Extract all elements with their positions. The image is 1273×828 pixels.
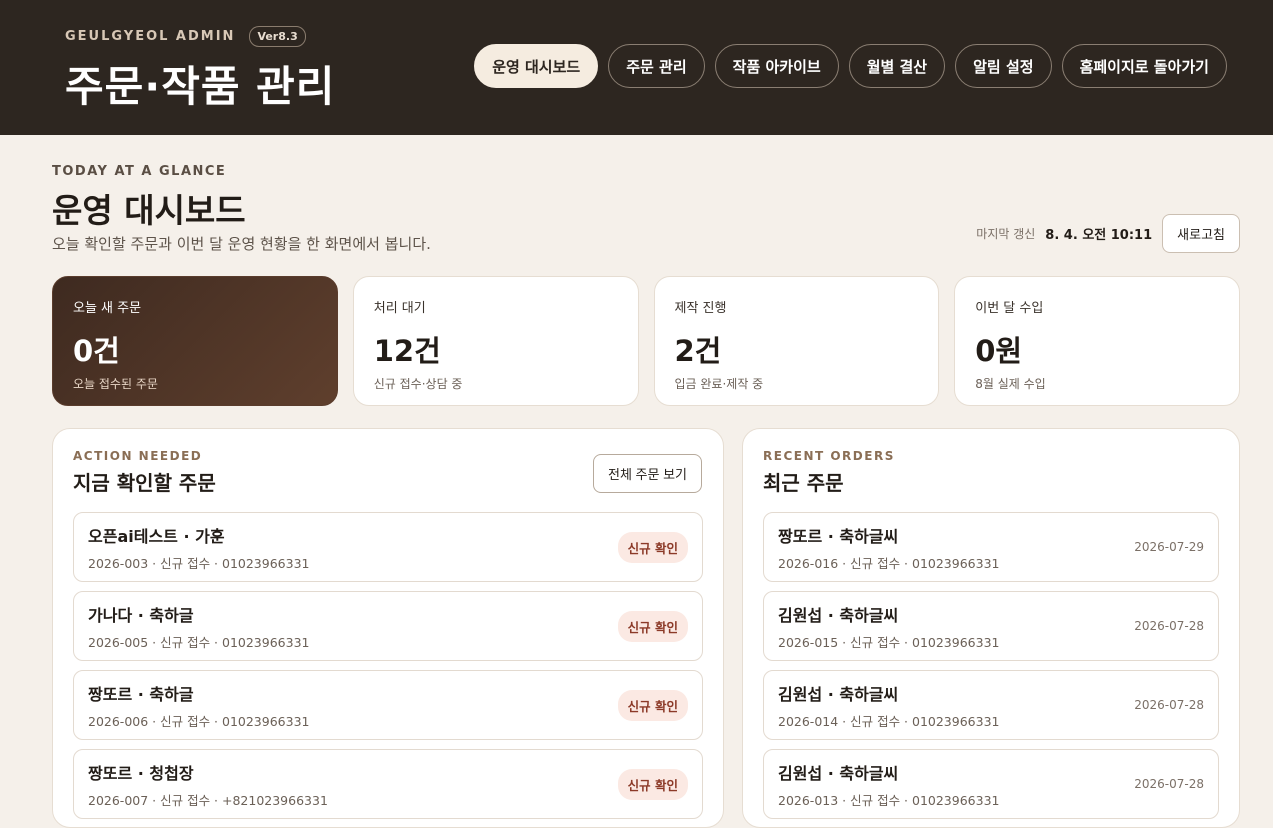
brand-name: GEULGYEOL ADMIN [65, 29, 236, 44]
stat-label: 이번 달 수입 [975, 301, 1044, 316]
order-meta: 2026-014 · 신규 접수 · 01023966331 [778, 713, 1000, 729]
last-updated-label: 마지막 갱신 [976, 227, 1036, 241]
recent-orders-panel: RECENT ORDERS 최근 주문 짱또르 · 축하글씨 2026-016 … [742, 428, 1240, 828]
status-badge: 신규 확인 [617, 531, 688, 563]
top-header: GEULGYEOL ADMIN Ver8.3 주문·작품 관리 운영 대시보드 … [0, 0, 1273, 135]
stat-sub: 입금 완료·제작 중 [674, 377, 764, 391]
nav-notification-settings[interactable]: 알림 설정 [955, 44, 1052, 88]
list-item[interactable]: 짱또르 · 청첩장 2026-007 · 신규 접수 · +8210239663… [73, 749, 703, 819]
status-badge: 신규 확인 [617, 768, 688, 800]
brand-row: GEULGYEOL ADMIN Ver8.3 [65, 26, 306, 47]
action-needed-panel: ACTION NEEDED 지금 확인할 주문 전체 주문 보기 오픈ai테스트… [52, 428, 724, 828]
order-meta: 2026-006 · 신규 접수 · 01023966331 [88, 713, 310, 729]
stat-label: 처리 대기 [373, 301, 426, 316]
order-date: 2026-07-28 [1134, 619, 1204, 633]
order-name: 가나다 · 축하글 [88, 605, 194, 625]
stat-card-today-orders: 오늘 새 주문 0건 오늘 접수된 주문 [52, 276, 338, 406]
stat-sub: 오늘 접수된 주문 [73, 377, 158, 391]
page-title: 운영 대시보드 [52, 191, 246, 230]
refresh-button[interactable]: 새로고침 [1162, 214, 1240, 253]
list-item[interactable]: 김원섭 · 축하글씨 2026-014 · 신규 접수 · 0102396633… [763, 670, 1219, 740]
order-meta: 2026-005 · 신규 접수 · 01023966331 [88, 634, 310, 650]
view-all-orders-button[interactable]: 전체 주문 보기 [593, 454, 702, 493]
list-item[interactable]: 짱또르 · 축하글씨 2026-016 · 신규 접수 · 0102396633… [763, 512, 1219, 582]
action-order-list: 오픈ai테스트 · 가훈 2026-003 · 신규 접수 · 01023966… [73, 512, 703, 819]
nav-archive[interactable]: 작품 아카이브 [714, 44, 839, 88]
stat-value: 12건 [373, 334, 441, 368]
page-description: 오늘 확인할 주문과 이번 달 운영 현황을 한 화면에서 봅니다. [52, 235, 431, 253]
nav-back-to-homepage[interactable]: 홈페이지로 돌아가기 [1061, 44, 1227, 88]
recent-order-list: 짱또르 · 축하글씨 2026-016 · 신규 접수 · 0102396633… [763, 512, 1219, 819]
nav-monthly-settlement[interactable]: 월별 결산 [848, 44, 946, 88]
list-item[interactable]: 가나다 · 축하글 2026-005 · 신규 접수 · 01023966331… [73, 591, 703, 661]
stat-card-monthly-revenue: 이번 달 수입 0원 8월 실제 수입 [954, 276, 1240, 406]
order-name: 김원섭 · 축하글씨 [778, 684, 899, 704]
page-eyebrow: TODAY AT A GLANCE [52, 164, 227, 179]
order-name: 오픈ai테스트 · 가훈 [88, 526, 225, 546]
stats-row: 오늘 새 주문 0건 오늘 접수된 주문 처리 대기 12건 신규 접수·상담 … [52, 276, 1240, 406]
panel-eyebrow: RECENT ORDERS [763, 449, 895, 463]
order-meta: 2026-013 · 신규 접수 · 01023966331 [778, 792, 1000, 808]
order-date: 2026-07-28 [1134, 698, 1204, 712]
app-title: 주문·작품 관리 [65, 62, 336, 111]
stat-value: 2건 [674, 334, 722, 368]
order-name: 김원섭 · 축하글씨 [778, 605, 899, 625]
order-meta: 2026-003 · 신규 접수 · 01023966331 [88, 555, 310, 571]
order-meta: 2026-007 · 신규 접수 · +821023966331 [88, 792, 328, 808]
order-name: 짱또르 · 축하글씨 [778, 526, 899, 546]
status-badge: 신규 확인 [617, 610, 688, 642]
list-item[interactable]: 짱또르 · 축하글 2026-006 · 신규 접수 · 01023966331… [73, 670, 703, 740]
order-name: 짱또르 · 청첩장 [88, 763, 194, 783]
list-item[interactable]: 오픈ai테스트 · 가훈 2026-003 · 신규 접수 · 01023966… [73, 512, 703, 582]
nav-orders[interactable]: 주문 관리 [608, 44, 705, 88]
stat-sub: 8월 실제 수입 [975, 377, 1046, 391]
stat-label: 오늘 새 주문 [73, 301, 142, 316]
stat-card-pending: 처리 대기 12건 신규 접수·상담 중 [352, 276, 639, 406]
order-meta: 2026-015 · 신규 접수 · 01023966331 [778, 634, 1000, 650]
version-badge: Ver8.3 [249, 26, 306, 47]
nav-dashboard[interactable]: 운영 대시보드 [474, 44, 599, 88]
stat-label: 제작 진행 [674, 301, 727, 316]
stat-sub: 신규 접수·상담 중 [373, 377, 463, 391]
stat-value: 0원 [975, 334, 1023, 368]
stat-card-in-production: 제작 진행 2건 입금 완료·제작 중 [653, 276, 940, 406]
last-updated-value: 8. 4. 오전 10:11 [1045, 228, 1153, 243]
list-item[interactable]: 김원섭 · 축하글씨 2026-015 · 신규 접수 · 0102396633… [763, 591, 1219, 661]
status-badge: 신규 확인 [617, 689, 688, 721]
order-date: 2026-07-29 [1134, 540, 1204, 554]
list-item[interactable]: 김원섭 · 축하글씨 2026-013 · 신규 접수 · 0102396633… [763, 749, 1219, 819]
main-nav: 운영 대시보드 주문 관리 작품 아카이브 월별 결산 알림 설정 홈페이지로 … [474, 44, 1227, 88]
stat-value: 0건 [73, 334, 120, 368]
order-name: 김원섭 · 축하글씨 [778, 763, 899, 783]
order-name: 짱또르 · 축하글 [88, 684, 194, 704]
order-meta: 2026-016 · 신규 접수 · 01023966331 [778, 555, 1000, 571]
panel-title: 최근 주문 [763, 471, 844, 495]
order-date: 2026-07-28 [1134, 777, 1204, 791]
last-updated: 마지막 갱신 8. 4. 오전 10:11 새로고침 [976, 214, 1240, 253]
